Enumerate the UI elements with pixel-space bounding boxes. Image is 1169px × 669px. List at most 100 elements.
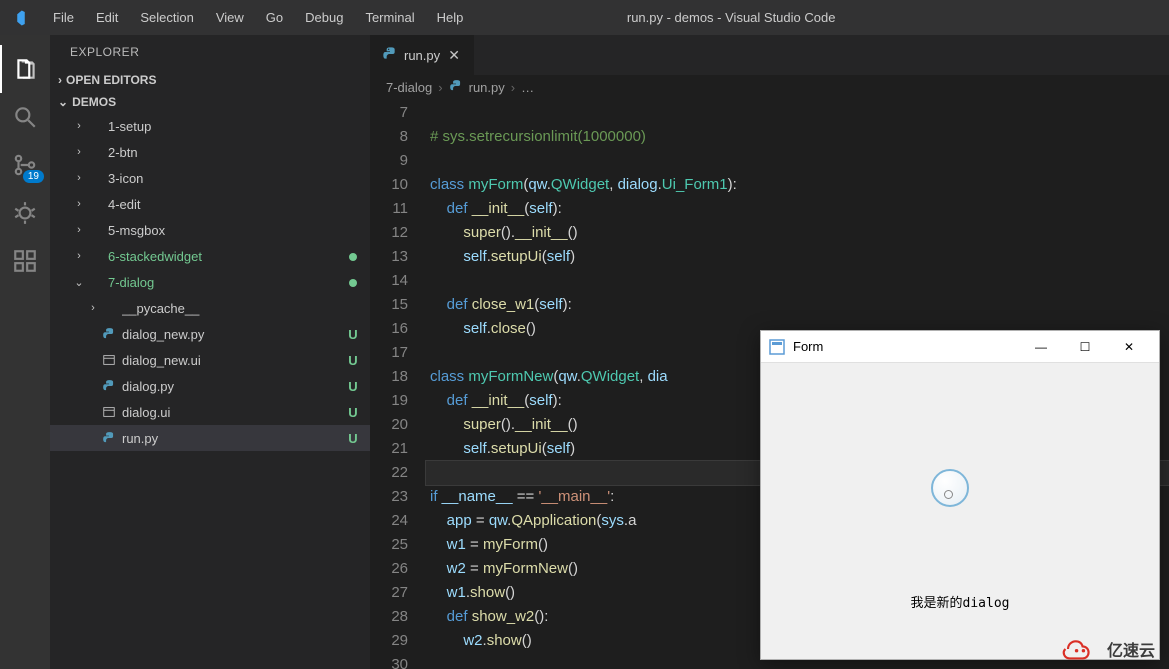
title-bar: FileEditSelectionViewGoDebugTerminalHelp… xyxy=(0,0,1169,35)
code-line[interactable]: super().__init__() xyxy=(426,221,1169,245)
dial-widget[interactable] xyxy=(931,469,969,507)
code-line[interactable] xyxy=(426,269,1169,293)
file-tree: ›1-setup›2-btn›3-icon›4-edit›5-msgbox›6-… xyxy=(50,113,370,669)
explorer-activity-icon[interactable] xyxy=(0,45,50,93)
tree-item-label: 3-icon xyxy=(108,171,346,186)
line-number: 11 xyxy=(370,197,408,221)
code-line[interactable] xyxy=(426,149,1169,173)
tree-item-6-stackedwidget[interactable]: ›6-stackedwidget xyxy=(50,243,370,269)
scm-badge: 19 xyxy=(23,170,44,183)
debug-activity-icon[interactable] xyxy=(0,189,50,237)
menu-file[interactable]: File xyxy=(43,4,84,31)
close-button[interactable]: ✕ xyxy=(1107,332,1151,362)
line-number: 15 xyxy=(370,293,408,317)
tree-item-1-setup[interactable]: ›1-setup xyxy=(50,113,370,139)
section-label: DEMOS xyxy=(72,95,116,109)
line-number: 27 xyxy=(370,581,408,605)
qt-window-icon xyxy=(769,339,785,355)
chevron-down-icon: ⌄ xyxy=(72,276,86,289)
code-line[interactable]: # sys.setrecursionlimit(1000000) xyxy=(426,125,1169,149)
menu-go[interactable]: Go xyxy=(256,4,293,31)
breadcrumb-folder[interactable]: 7-dialog xyxy=(386,80,432,95)
chevron-right-icon: › xyxy=(72,146,86,158)
chevron-right-icon: › xyxy=(58,73,62,87)
menu-edit[interactable]: Edit xyxy=(86,4,128,31)
menu-help[interactable]: Help xyxy=(427,4,474,31)
workspace-section[interactable]: ⌄ DEMOS xyxy=(50,91,370,113)
menu-selection[interactable]: Selection xyxy=(130,4,203,31)
menu-debug[interactable]: Debug xyxy=(295,4,353,31)
line-number: 23 xyxy=(370,485,408,509)
line-number: 19 xyxy=(370,389,408,413)
line-number: 25 xyxy=(370,533,408,557)
tree-item-label: 4-edit xyxy=(108,197,346,212)
chevron-right-icon: › xyxy=(72,172,86,184)
extensions-activity-icon[interactable] xyxy=(0,237,50,285)
chevron-right-icon: › xyxy=(72,250,86,262)
code-line[interactable]: def __init__(self): xyxy=(426,197,1169,221)
line-number: 24 xyxy=(370,509,408,533)
line-number: 18 xyxy=(370,365,408,389)
qt-form-window[interactable]: Form — ☐ ✕ 我是新的dialog xyxy=(760,330,1160,660)
tree-item-dialog-new-py[interactable]: dialog_new.pyU xyxy=(50,321,370,347)
form-titlebar[interactable]: Form — ☐ ✕ xyxy=(761,331,1159,363)
chevron-right-icon: › xyxy=(72,120,86,132)
python-file-icon xyxy=(449,79,463,96)
code-line[interactable]: self.setupUi(self) xyxy=(426,245,1169,269)
tree-item-label: 5-msgbox xyxy=(108,223,346,238)
section-label: OPEN EDITORS xyxy=(66,73,156,87)
line-number: 20 xyxy=(370,413,408,437)
tree-item---pycache--[interactable]: ›__pycache__ xyxy=(50,295,370,321)
watermark: 亿速云 xyxy=(1059,637,1155,661)
tree-item-dialog-new-ui[interactable]: dialog_new.uiU xyxy=(50,347,370,373)
line-number: 29 xyxy=(370,629,408,653)
window-title: run.py - demos - Visual Studio Code xyxy=(473,10,1169,25)
chevron-right-icon: › xyxy=(86,302,100,314)
sidebar: EXPLORER › OPEN EDITORS ⌄ DEMOS ›1-setup… xyxy=(50,35,370,669)
line-number: 21 xyxy=(370,437,408,461)
code-line[interactable]: class myForm(qw.QWidget, dialog.Ui_Form1… xyxy=(426,173,1169,197)
vscode-logo-icon xyxy=(0,0,35,35)
menu-bar: FileEditSelectionViewGoDebugTerminalHelp xyxy=(35,4,473,31)
breadcrumb-file[interactable]: run.py xyxy=(469,80,505,95)
tab-run-py[interactable]: run.py ✕ xyxy=(370,35,475,75)
tree-item-label: dialog.py xyxy=(122,379,346,394)
minimize-button[interactable]: — xyxy=(1019,332,1063,362)
file-status: U xyxy=(346,327,360,342)
breadcrumb[interactable]: 7-dialog › run.py › … xyxy=(370,75,1169,101)
tab-label: run.py xyxy=(404,48,440,63)
open-editors-section[interactable]: › OPEN EDITORS xyxy=(50,69,370,91)
tree-item-dialog-py[interactable]: dialog.pyU xyxy=(50,373,370,399)
line-number: 22 xyxy=(370,461,408,485)
tree-item-label: dialog.ui xyxy=(122,405,346,420)
tree-item-label: run.py xyxy=(122,431,346,446)
file-status: U xyxy=(346,405,360,420)
ui-file-icon xyxy=(100,405,118,419)
close-icon[interactable]: ✕ xyxy=(446,47,462,63)
line-number: 9 xyxy=(370,149,408,173)
scm-activity-icon[interactable]: 19 xyxy=(0,141,50,189)
tree-item-2-btn[interactable]: ›2-btn xyxy=(50,139,370,165)
tree-item-run-py[interactable]: run.pyU xyxy=(50,425,370,451)
python-file-icon xyxy=(100,431,118,445)
tree-item-3-icon[interactable]: › 3-icon xyxy=(50,165,370,191)
line-number: 12 xyxy=(370,221,408,245)
search-activity-icon[interactable] xyxy=(0,93,50,141)
line-number: 8 xyxy=(370,125,408,149)
menu-view[interactable]: View xyxy=(206,4,254,31)
maximize-button[interactable]: ☐ xyxy=(1063,332,1107,362)
tree-item-4-edit[interactable]: ›4-edit xyxy=(50,191,370,217)
python-file-icon xyxy=(382,46,398,65)
tree-item-dialog-ui[interactable]: dialog.uiU xyxy=(50,399,370,425)
code-line[interactable]: def close_w1(self): xyxy=(426,293,1169,317)
code-line[interactable] xyxy=(426,101,1169,125)
menu-terminal[interactable]: Terminal xyxy=(355,4,424,31)
chevron-right-icon: › xyxy=(438,80,442,95)
tree-item-5-msgbox[interactable]: ›5-msgbox xyxy=(50,217,370,243)
line-number: 17 xyxy=(370,341,408,365)
line-number: 28 xyxy=(370,605,408,629)
python-file-icon xyxy=(100,379,118,393)
tree-item-label: 7-dialog xyxy=(108,275,346,290)
tree-item-7-dialog[interactable]: ⌄ 7-dialog xyxy=(50,269,370,295)
breadcrumb-tail[interactable]: … xyxy=(521,80,534,95)
